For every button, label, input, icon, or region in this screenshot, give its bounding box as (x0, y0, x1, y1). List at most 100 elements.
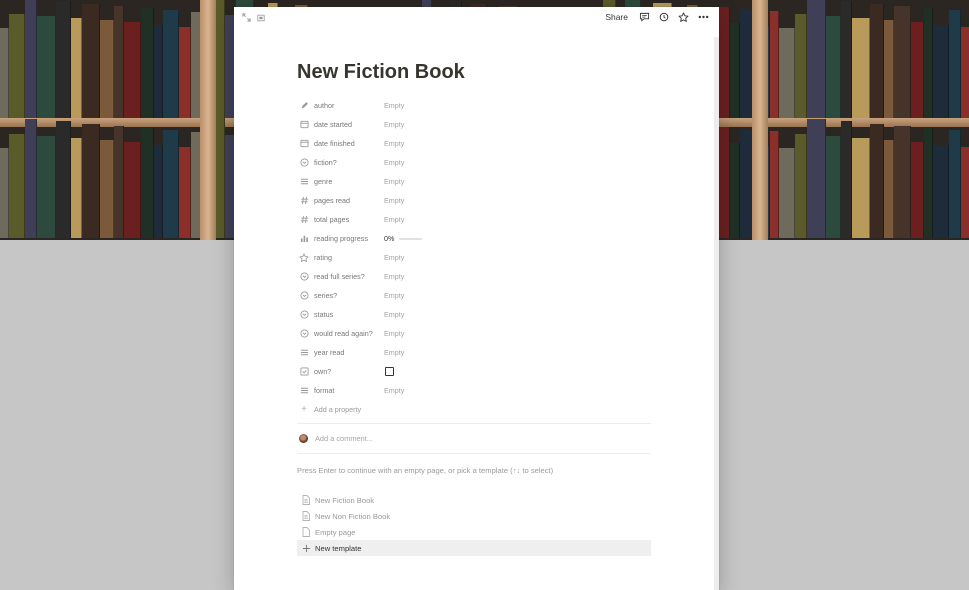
book-spine (884, 140, 894, 238)
share-button[interactable]: Share (603, 11, 630, 23)
property-label: read full series? (314, 272, 365, 281)
book-spine (141, 8, 154, 118)
property-label: fiction? (314, 158, 337, 167)
property-name[interactable]: year read (297, 348, 384, 358)
page-icon (301, 495, 311, 505)
book-spine (894, 125, 911, 238)
property-name[interactable]: genre (297, 177, 384, 187)
property-value[interactable]: Empty (384, 386, 404, 395)
book-spine (894, 5, 911, 118)
property-label: genre (314, 177, 333, 186)
property-value[interactable]: Empty (384, 329, 404, 338)
book-spine (179, 26, 191, 118)
property-name[interactable]: own? (297, 367, 384, 377)
property-name[interactable]: would read again? (297, 329, 384, 339)
property-value[interactable]: Empty (384, 348, 404, 357)
book-spine (841, 121, 852, 238)
book-spine (807, 0, 826, 118)
select-icon (299, 291, 309, 301)
template-list: New Fiction Book New Non Fiction Book Empt… (297, 492, 651, 556)
property-value[interactable]: Empty (384, 291, 404, 300)
book-spine (71, 17, 82, 118)
property-list: author Empty date started Empty date finishe… (297, 96, 651, 400)
property-row: format Empty (297, 381, 651, 400)
template-option[interactable]: Empty page (297, 524, 651, 540)
property-name[interactable]: total pages (297, 215, 384, 225)
template-option[interactable]: New template (297, 540, 651, 556)
progress-value[interactable]: 0% (384, 234, 423, 243)
select-icon (299, 158, 309, 168)
property-name[interactable]: format (297, 386, 384, 396)
divider (297, 453, 651, 454)
property-value[interactable]: Empty (384, 215, 404, 224)
book-spine (870, 3, 884, 118)
property-name[interactable]: read full series? (297, 272, 384, 282)
expand-icon[interactable] (242, 13, 251, 22)
property-label: reading progress (314, 234, 368, 243)
book-spine (961, 146, 969, 238)
property-row: total pages Empty (297, 210, 651, 229)
property-name[interactable]: author (297, 101, 384, 111)
property-value[interactable]: Empty (384, 310, 404, 319)
more-icon[interactable] (698, 15, 709, 19)
book-spine (933, 24, 949, 118)
page-title[interactable]: New Fiction Book (297, 58, 651, 86)
property-value[interactable]: Empty (384, 272, 404, 281)
plus-icon (301, 544, 311, 553)
book-spine (114, 125, 124, 238)
property-value[interactable]: Empty (384, 196, 404, 205)
plus-icon: + (301, 404, 307, 415)
page-icon (301, 511, 311, 521)
own-checkbox[interactable] (385, 367, 394, 376)
property-value[interactable]: Empty (384, 253, 404, 262)
shelf-post (752, 0, 768, 240)
book-spine (770, 11, 779, 118)
comment-icon[interactable] (639, 12, 650, 22)
favorite-star-icon[interactable] (678, 11, 689, 23)
property-value[interactable]: Empty (384, 101, 404, 110)
select-icon (299, 329, 309, 339)
book-spine (730, 23, 740, 118)
history-icon[interactable] (659, 12, 669, 22)
comment-input[interactable]: Add a comment... (315, 434, 373, 443)
property-row: reading progress 0% (297, 229, 651, 248)
add-property-label: Add a property (314, 405, 362, 414)
property-row: status Empty (297, 305, 651, 324)
scrollbar[interactable] (714, 37, 719, 590)
property-row: would read again? Empty (297, 324, 651, 343)
book-spine (0, 147, 9, 238)
book-spine (924, 128, 933, 238)
property-label: pages read (314, 196, 350, 205)
template-option[interactable]: New Non Fiction Book (297, 508, 651, 524)
property-label: rating (314, 253, 332, 262)
property-name[interactable]: pages read (297, 196, 384, 206)
property-name[interactable]: reading progress (297, 234, 384, 244)
book-spine (770, 131, 779, 238)
property-name[interactable]: rating (297, 252, 384, 263)
book-spine (56, 1, 71, 118)
property-value[interactable]: Empty (384, 120, 404, 129)
template-option[interactable]: New Fiction Book (297, 492, 651, 508)
property-value[interactable]: Empty (384, 139, 404, 148)
property-row: fiction? Empty (297, 153, 651, 172)
book-spine (884, 20, 894, 118)
select-icon (299, 272, 309, 282)
property-value[interactable]: Empty (384, 158, 404, 167)
book-spine (124, 142, 141, 238)
property-name[interactable]: status (297, 310, 384, 320)
peek-mode-icon[interactable] (257, 13, 265, 22)
property-name[interactable]: fiction? (297, 158, 384, 168)
progress-percent: 0% (384, 234, 395, 243)
book-spine (154, 144, 163, 238)
property-name[interactable]: date started (297, 120, 384, 130)
book-spine (795, 13, 807, 118)
property-name[interactable]: series? (297, 291, 384, 301)
modal-topbar: Share (234, 7, 719, 29)
book-spine (0, 27, 9, 118)
book-spine (82, 3, 100, 118)
property-name[interactable]: date finished (297, 139, 384, 149)
page-content: New Fiction Book author Empty date started… (297, 58, 651, 556)
template-label: Empty page (315, 527, 356, 537)
add-property-button[interactable]: + Add a property (297, 400, 651, 419)
property-value[interactable]: Empty (384, 177, 404, 186)
